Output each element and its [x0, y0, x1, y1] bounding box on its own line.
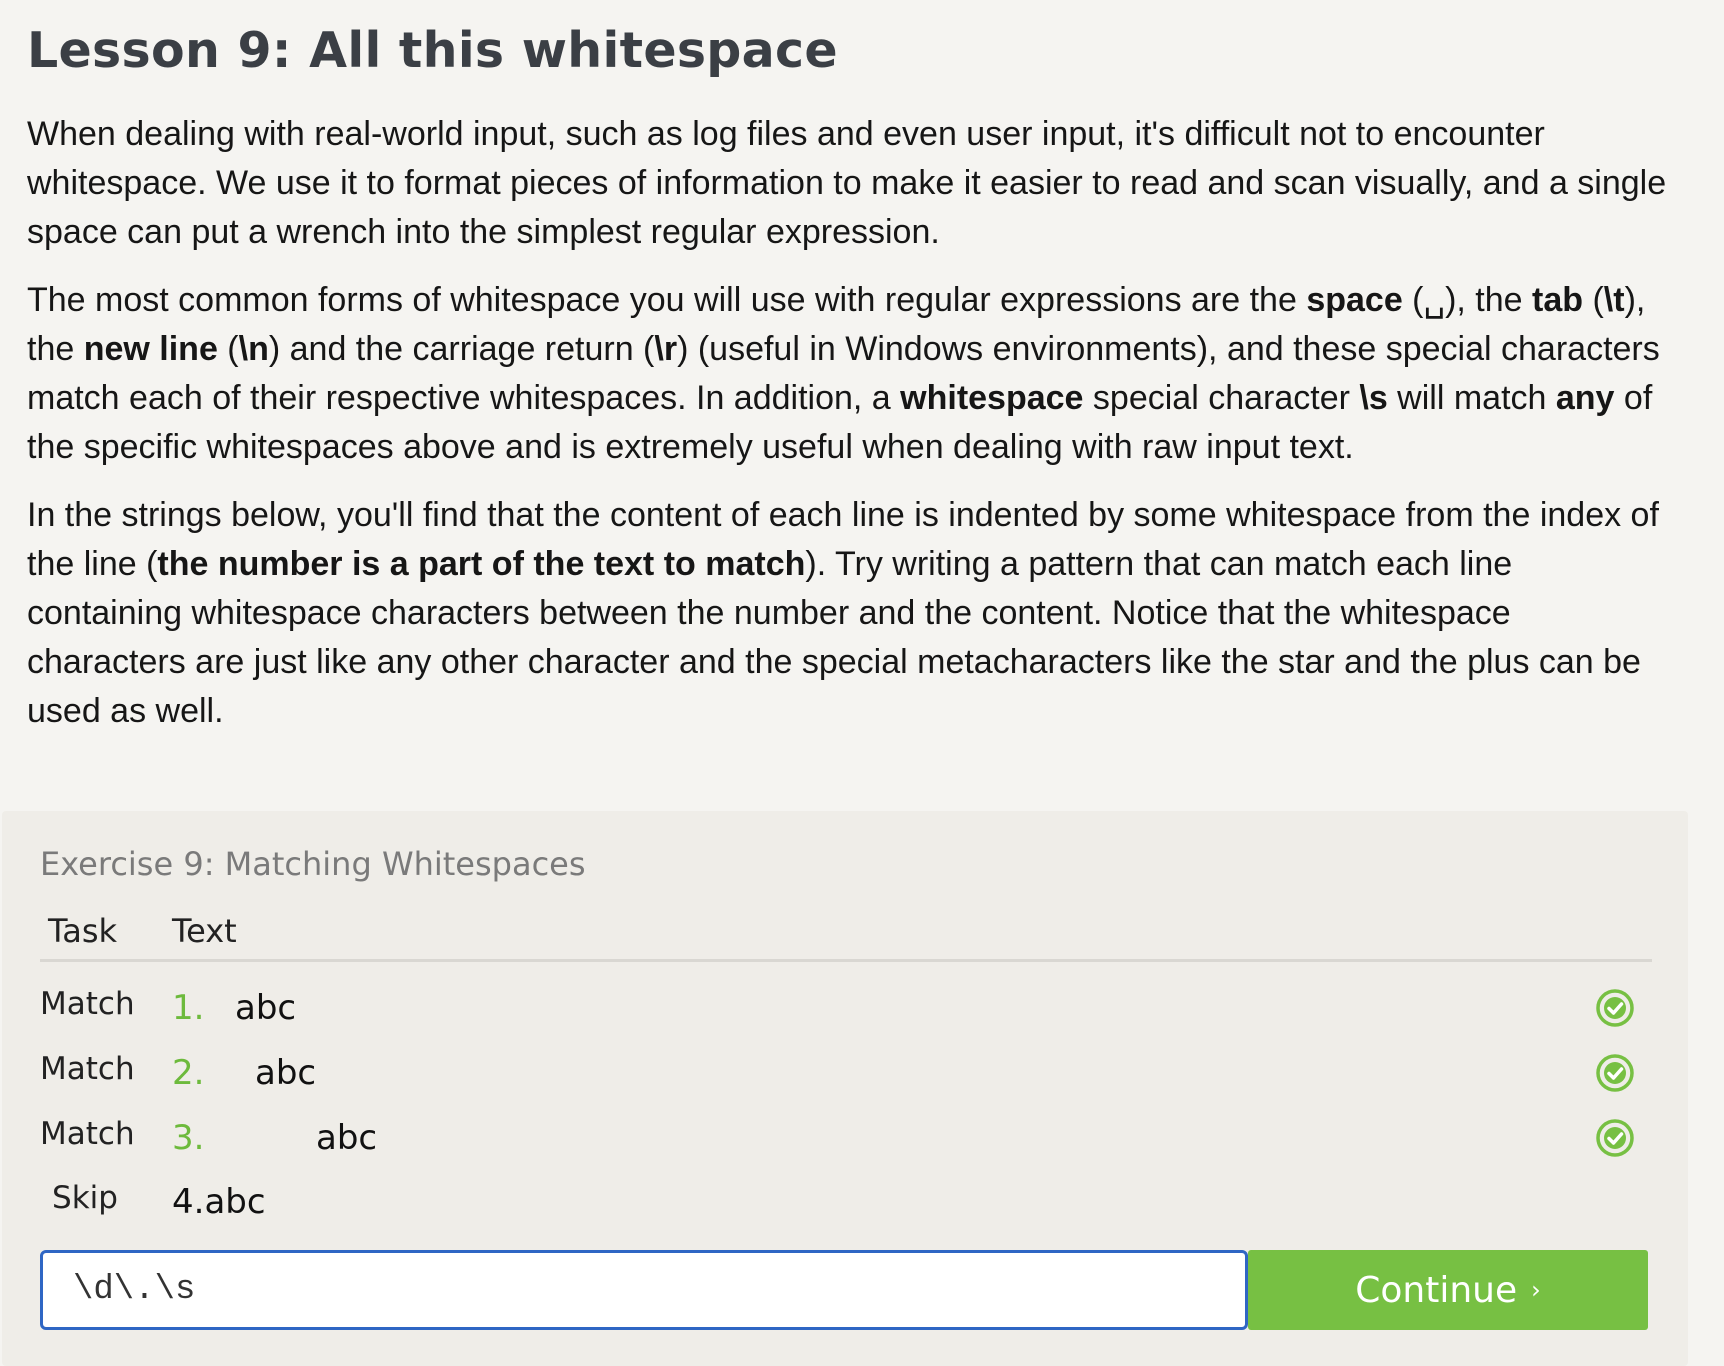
lesson-paragraph-2: The most common forms of whitespace you … — [27, 281, 1660, 466]
check-circle-icon — [1596, 989, 1634, 1027]
check-circle-icon — [1596, 1119, 1634, 1157]
line-text: abc — [316, 1118, 378, 1158]
line-text: abc — [235, 988, 297, 1028]
task-label: Match — [40, 1116, 135, 1152]
line-text: 4.abc — [172, 1182, 266, 1222]
lesson-content: Lesson 9: All this whitespace When deali… — [27, 0, 1667, 736]
continue-label: Continue — [1355, 1269, 1518, 1311]
exercise-row-4: Skip 4.abc — [2, 1180, 1688, 1240]
lesson-paragraph-3: In the strings below, you'll find that t… — [27, 496, 1659, 730]
lesson-title: Lesson 9: All this whitespace — [27, 22, 838, 79]
line-number: 3. — [172, 1118, 205, 1158]
lesson-paragraph-1: When dealing with real-world input, such… — [27, 115, 1667, 251]
exercise-row-1: Match 1. abc — [2, 986, 1688, 1046]
task-label: Match — [40, 986, 135, 1022]
line-text: abc — [255, 1053, 317, 1093]
continue-button[interactable]: Continue › — [1248, 1250, 1648, 1330]
exercise-row-3: Match 3. abc — [2, 1116, 1688, 1176]
check-circle-icon — [1596, 1054, 1634, 1092]
exercise-row-2: Match 2. abc — [2, 1051, 1688, 1111]
regex-input-container — [40, 1250, 1248, 1330]
task-label: Skip — [52, 1180, 118, 1216]
line-number: 2. — [172, 1053, 205, 1093]
column-header-task: Task — [48, 912, 118, 950]
task-label: Match — [40, 1051, 135, 1087]
exercise-title: Exercise 9: Matching Whitespaces — [40, 845, 586, 883]
line-number: 1. — [172, 988, 205, 1028]
header-divider — [40, 959, 1652, 962]
regex-input[interactable] — [43, 1253, 1245, 1327]
chevron-right-icon: › — [1531, 1276, 1541, 1304]
column-header-text: Text — [172, 912, 237, 950]
